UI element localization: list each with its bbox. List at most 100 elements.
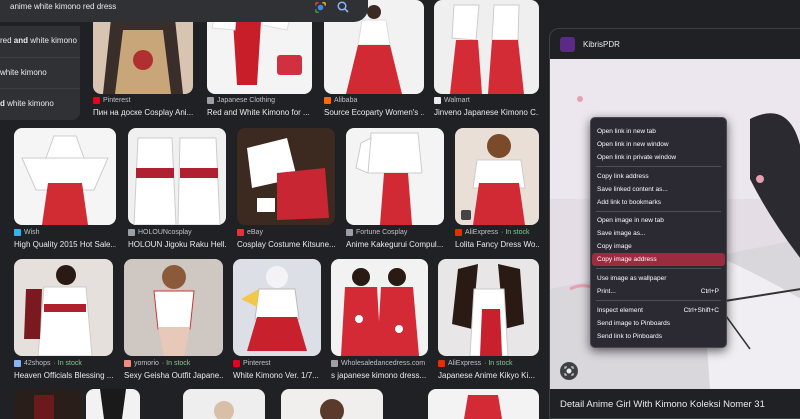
menu-item-open-link-new-tab[interactable]: Open link in new tab xyxy=(592,125,725,138)
menu-shortcut: Ctrl+Shift+C xyxy=(683,307,719,314)
result-thumbnail[interactable] xyxy=(346,128,444,225)
suggestion-item[interactable]: white kimono xyxy=(0,57,80,88)
result-title[interactable]: s japanese kimono dress... xyxy=(331,371,428,380)
result-title[interactable]: Heaven Officials Blessing ... xyxy=(14,371,113,380)
result-card[interactable]: AliExpress · In stock Lolita Fancy Dress … xyxy=(455,128,539,250)
preview-header: KibrisPDR xyxy=(550,29,800,59)
suggestion-text: white kimono xyxy=(4,99,54,108)
result-card[interactable]: Wish High Quality 2015 Hot Sale... xyxy=(14,128,116,250)
suggestion-item[interactable]: d white kimono xyxy=(0,88,80,119)
result-thumbnail[interactable] xyxy=(86,389,140,419)
stock-badge: · In stock xyxy=(53,360,82,367)
menu-separator xyxy=(596,211,721,212)
result-title[interactable]: Jinveno Japanese Kimono C... xyxy=(434,108,539,117)
context-menu: Open link in new tab Open link in new wi… xyxy=(590,117,727,348)
alibaba-icon xyxy=(324,97,331,104)
result-thumbnail[interactable] xyxy=(128,128,226,225)
site-icon xyxy=(128,229,135,236)
result-title[interactable]: Anime Kakegurui Compul... xyxy=(346,240,444,249)
search-input[interactable]: anime white kimono red dress xyxy=(10,2,116,11)
result-card[interactable]: Walmart Jinveno Japanese Kimono C... xyxy=(434,0,539,120)
result-title[interactable]: Japanese Anime Kikyo Ki... xyxy=(438,371,539,380)
suggestion-item[interactable]: red and white kimono xyxy=(0,26,80,57)
result-title[interactable]: Source Ecoparty Women's ... xyxy=(324,108,424,117)
result-title[interactable]: HOLOUN Jigoku Raku Hell... xyxy=(128,240,226,249)
result-thumbnail[interactable] xyxy=(455,128,539,225)
menu-separator xyxy=(596,300,721,301)
result-title[interactable]: White Kimono Ver. 1/7... xyxy=(233,371,321,380)
menu-item-send-image-to-pinboards[interactable]: Send image to Pinboards xyxy=(592,317,725,330)
menu-item-save-image-as[interactable]: Save image as... xyxy=(592,227,725,240)
result-card[interactable]: HOLOUNcosplay HOLOUN Jigoku Raku Hell... xyxy=(128,128,226,250)
result-thumbnail[interactable] xyxy=(14,128,116,225)
result-title[interactable]: Пин на доске Cosplay Ani... xyxy=(93,108,193,117)
result-title[interactable]: Sexy Geisha Outfit Japane... xyxy=(124,371,223,380)
stock-badge: · In stock xyxy=(161,360,191,367)
source-label: Japanese Clothing xyxy=(217,97,275,104)
suggestion-text: red xyxy=(0,36,14,45)
result-card[interactable]: yomorio · In stock Sexy Geisha Outfit Jap… xyxy=(124,259,223,381)
result-thumbnail[interactable] xyxy=(233,259,321,356)
result-title[interactable]: Cosplay Costume Kitsune... xyxy=(237,240,335,249)
result-thumbnail[interactable] xyxy=(14,259,113,356)
visual-search-icon[interactable] xyxy=(560,362,578,380)
result-thumbnail[interactable] xyxy=(434,0,539,94)
menu-item-open-link-private-window[interactable]: Open link in private window xyxy=(592,151,725,164)
result-source: yomorio · In stock xyxy=(124,360,190,367)
menu-item-add-link-to-bookmarks[interactable]: Add link to bookmarks xyxy=(592,196,725,209)
result-thumbnail[interactable] xyxy=(183,389,265,419)
pinterest-icon xyxy=(233,360,240,367)
menu-item-copy-image[interactable]: Copy image xyxy=(592,240,725,253)
result-card[interactable]: AliExpress · In stock Japanese Anime Kiky… xyxy=(438,259,539,381)
image-search-page: Pinterest Пин на доске Cosplay Ani... Ja… xyxy=(0,0,800,419)
pinterest-icon xyxy=(93,97,100,104)
result-card[interactable]: Pinterest White Kimono Ver. 1/7... xyxy=(233,259,321,381)
result-thumbnail[interactable] xyxy=(331,259,428,356)
google-lens-icon[interactable] xyxy=(314,1,327,14)
menu-item-send-link-to-pinboards[interactable]: Send link to Pinboards xyxy=(592,330,725,343)
result-thumbnail[interactable] xyxy=(438,259,539,356)
result-card[interactable]: eBay Cosplay Costume Kitsune... xyxy=(237,128,335,250)
site-icon xyxy=(14,360,21,367)
result-card[interactable]: Wholesaledancedress.com s japanese kimon… xyxy=(331,259,428,381)
source-label: eBay xyxy=(247,229,263,236)
menu-item-open-image-new-tab[interactable]: Open image in new tab xyxy=(592,214,725,227)
suggestion-bold: and xyxy=(13,36,29,45)
result-card[interactable]: 42shops · In stock Heaven Officials Bless… xyxy=(14,259,113,381)
preview-site-name[interactable]: KibrisPDR xyxy=(583,40,620,49)
result-thumbnail[interactable] xyxy=(124,259,223,356)
stock-badge: · In stock xyxy=(484,360,513,367)
menu-item-print[interactable]: Print... Ctrl+P xyxy=(592,285,725,298)
result-source: Pinterest xyxy=(233,360,271,367)
result-thumbnail[interactable] xyxy=(14,389,82,419)
result-thumbnail[interactable] xyxy=(237,128,335,225)
menu-item-save-linked-content[interactable]: Save linked content as... xyxy=(592,183,725,196)
result-source: Wish xyxy=(14,229,40,236)
result-title[interactable]: High Quality 2015 Hot Sale... xyxy=(14,240,116,249)
result-card[interactable]: Fortune Cosplay Anime Kakegurui Compul..… xyxy=(346,128,444,250)
source-label: Wish xyxy=(24,229,40,236)
ebay-icon xyxy=(237,229,244,236)
result-source: Wholesaledancedress.com xyxy=(331,360,425,367)
result-title[interactable]: Lolita Fancy Dress Wo... xyxy=(455,240,539,249)
preview-title[interactable]: Detail Anime Girl With Kimono Koleksi No… xyxy=(560,399,765,410)
result-title[interactable]: Red and White Kimono for ... xyxy=(207,108,312,117)
result-thumbnail[interactable] xyxy=(281,389,383,419)
source-label: HOLOUNcosplay xyxy=(138,229,192,236)
menu-item-copy-image-address[interactable]: Copy image address xyxy=(592,253,725,266)
result-source: HOLOUNcosplay xyxy=(128,229,192,236)
search-icon[interactable] xyxy=(336,0,350,14)
result-source: AliExpress · In stock xyxy=(438,360,512,367)
result-thumbnail[interactable] xyxy=(428,389,539,419)
menu-item-copy-link-address[interactable]: Copy link address xyxy=(592,170,725,183)
search-suggestions: red and white kimono white kimono d whit… xyxy=(0,26,80,120)
source-label: AliExpress xyxy=(465,229,499,236)
menu-item-open-link-new-window[interactable]: Open link in new window xyxy=(592,138,725,151)
site-icon xyxy=(331,360,338,367)
source-label: Alibaba xyxy=(334,97,358,104)
menu-item-inspect-element[interactable]: Inspect element Ctrl+Shift+C xyxy=(592,304,725,317)
menu-item-use-image-as-wallpaper[interactable]: Use image as wallpaper xyxy=(592,272,725,285)
search-bar[interactable]: anime white kimono red dress xyxy=(0,0,368,22)
menu-shortcut: Ctrl+P xyxy=(700,288,719,295)
suggestion-text: white kimono xyxy=(0,68,47,77)
